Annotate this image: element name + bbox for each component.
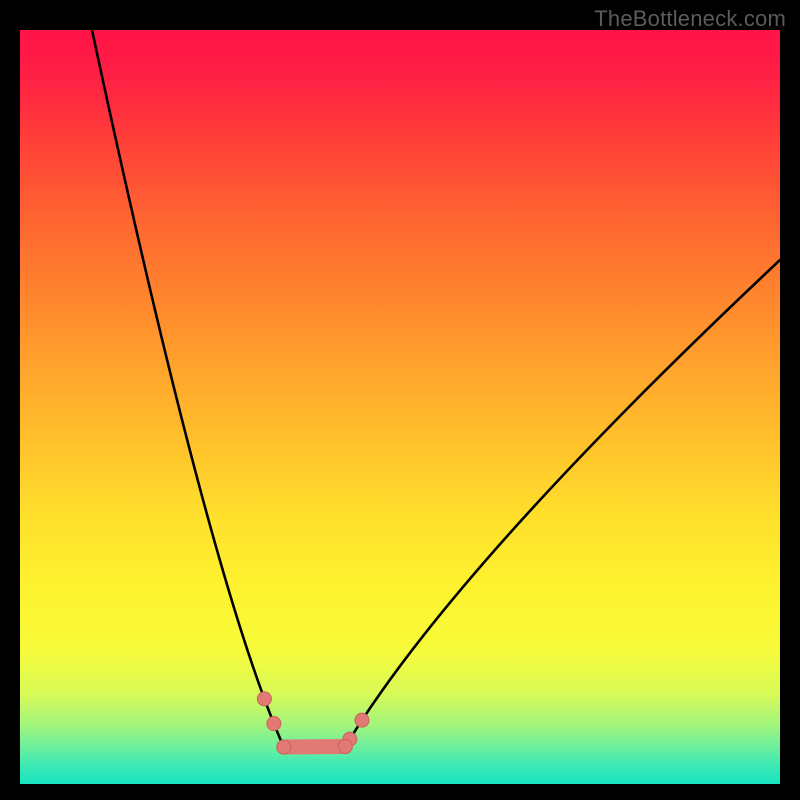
stage: TheBottleneck.com	[0, 0, 800, 800]
bottleneck-chart	[20, 30, 780, 784]
valley-bar	[284, 747, 346, 748]
marker-dot	[355, 713, 369, 727]
marker-dot	[257, 692, 271, 706]
marker-dot	[267, 717, 281, 731]
marker-dot	[277, 740, 291, 754]
marker-dot	[338, 740, 352, 754]
plot-area	[20, 30, 780, 784]
gradient-background	[20, 30, 780, 784]
watermark-text: TheBottleneck.com	[594, 6, 786, 32]
